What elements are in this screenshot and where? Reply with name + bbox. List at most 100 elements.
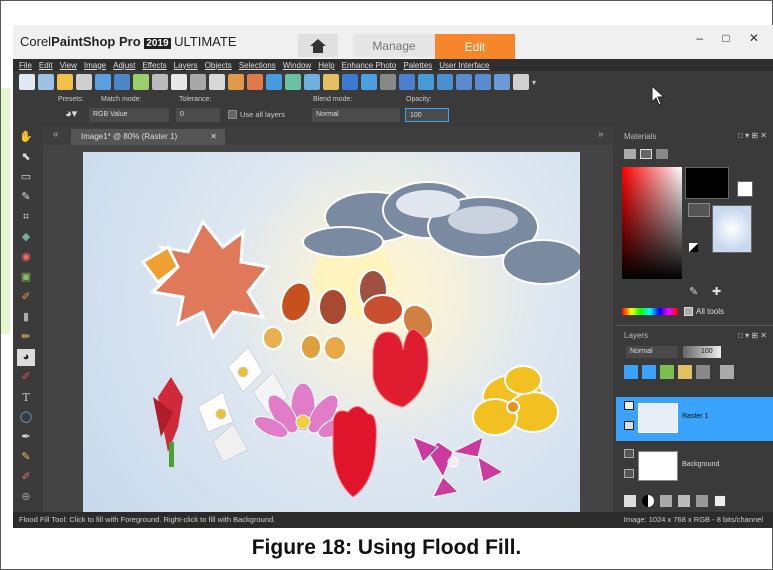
- menu-window[interactable]: Window: [283, 61, 311, 70]
- menu-image[interactable]: Image: [84, 61, 106, 70]
- toolbar-overflow-icon[interactable]: ▾: [532, 78, 536, 87]
- background-texture-swatch[interactable]: [712, 205, 752, 253]
- foreground-texture-swatch[interactable]: [688, 203, 710, 217]
- window-controls[interactable]: – □ ✕: [696, 31, 767, 45]
- zoom-out-icon[interactable]: [475, 74, 491, 90]
- document-tab[interactable]: Image1* @ 80% (Raster 1) ✕: [71, 129, 225, 145]
- add-swatch-icon[interactable]: ✚: [712, 285, 721, 298]
- layer-chain-icon[interactable]: [720, 365, 734, 379]
- match-mode-select[interactable]: RGB Value: [89, 108, 169, 122]
- copy-icon[interactable]: [209, 74, 225, 90]
- menu-file[interactable]: File: [19, 61, 32, 70]
- smudge-tool-icon[interactable]: ✎: [19, 451, 33, 464]
- tab-manage[interactable]: Manage: [353, 34, 435, 57]
- flood-fill-tool-icon[interactable]: ◕: [17, 349, 35, 366]
- menu-help[interactable]: Help: [318, 61, 334, 70]
- dropper-tool-icon[interactable]: ✎: [19, 191, 33, 204]
- layer-move-down-icon[interactable]: [642, 365, 656, 379]
- save-icon[interactable]: [95, 74, 111, 90]
- add-tool-icon[interactable]: ⊕: [19, 491, 33, 504]
- red-eye-tool-icon[interactable]: ◉: [19, 251, 33, 264]
- print-icon[interactable]: [152, 74, 168, 90]
- display-icon[interactable]: [342, 74, 358, 90]
- layer-move-up-icon[interactable]: [624, 365, 638, 379]
- document-tab-close-icon[interactable]: ✕: [210, 129, 217, 145]
- materials-panel-controls[interactable]: □ ▾ ⊞ ✕: [738, 131, 767, 140]
- scan-icon[interactable]: [76, 74, 92, 90]
- foreground-swatch[interactable]: [685, 167, 729, 199]
- swatches-tab-icon[interactable]: [656, 149, 668, 159]
- pan-tool-icon[interactable]: ✋: [19, 131, 33, 144]
- layer-style-icon[interactable]: [678, 365, 692, 379]
- all-tools-checkbox[interactable]: [684, 307, 693, 316]
- menu-objects[interactable]: Objects: [205, 61, 232, 70]
- airbrush-tool-icon[interactable]: ✏: [19, 331, 33, 344]
- use-all-layers-checkbox[interactable]: [228, 110, 237, 119]
- delete-layer-icon[interactable]: [696, 495, 708, 507]
- layer-lock-icon[interactable]: [624, 421, 634, 430]
- actual-size-icon[interactable]: [418, 74, 434, 90]
- tabs-scroll-left-icon[interactable]: «: [53, 129, 59, 140]
- tab-edit[interactable]: Edit: [435, 34, 515, 59]
- menu-edit[interactable]: Edit: [39, 61, 53, 70]
- edit-icon[interactable]: [285, 74, 301, 90]
- menu-layers[interactable]: Layers: [174, 61, 198, 70]
- tabs-scroll-right-icon[interactable]: »: [598, 129, 604, 140]
- layer-checkbox-icon[interactable]: [714, 495, 726, 507]
- color-picker[interactable]: [622, 167, 682, 279]
- zoom-fit-icon[interactable]: [494, 74, 510, 90]
- layer-row-background[interactable]: Background: [616, 445, 773, 489]
- text-tool-icon[interactable]: T: [19, 391, 33, 404]
- shape-tool-icon[interactable]: ◯: [19, 411, 33, 424]
- frame-tab-icon[interactable]: [624, 149, 636, 159]
- burn-tool-icon[interactable]: ✐: [19, 471, 33, 484]
- image-canvas[interactable]: [83, 152, 580, 512]
- adjustment-layer-icon[interactable]: [642, 495, 654, 507]
- layers-panel-controls[interactable]: □ ▾ ⊞ ✕: [738, 331, 767, 340]
- workspace-icon[interactable]: [513, 74, 529, 90]
- fit-window-icon[interactable]: [437, 74, 453, 90]
- pen-tool-icon[interactable]: ✒: [19, 431, 33, 444]
- paint-brush-tool-icon[interactable]: ✐: [19, 291, 33, 304]
- straighten-tool-icon[interactable]: ◆: [19, 231, 33, 244]
- mask-layer-icon[interactable]: [660, 495, 672, 507]
- rainbow-tab-icon[interactable]: [640, 149, 652, 159]
- menu-view[interactable]: View: [60, 61, 77, 70]
- new-from-template-icon[interactable]: [38, 74, 54, 90]
- selection-tool-icon[interactable]: ▭: [19, 171, 33, 184]
- share-icon[interactable]: [133, 74, 149, 90]
- layer-blend-mode-select[interactable]: Normal: [626, 346, 678, 358]
- color-spectrum-bar[interactable]: [622, 308, 678, 315]
- clone-tool-icon[interactable]: ▣: [19, 271, 33, 284]
- rotate-right-icon[interactable]: [247, 74, 263, 90]
- mirror-icon[interactable]: [361, 74, 377, 90]
- pick-tool-icon[interactable]: ⬉: [19, 151, 33, 164]
- layer-merge-icon[interactable]: [696, 365, 710, 379]
- new-layer-icon[interactable]: [624, 495, 636, 507]
- eraser-tool-icon[interactable]: ▮: [19, 311, 33, 324]
- opacity-input[interactable]: 100: [405, 108, 449, 122]
- menu-enhance-photo[interactable]: Enhance Photo: [342, 61, 397, 70]
- blend-mode-select[interactable]: Normal: [312, 108, 400, 122]
- menu-adjust[interactable]: Adjust: [113, 61, 135, 70]
- layer-link-icon[interactable]: [660, 365, 674, 379]
- menu-selections[interactable]: Selections: [239, 61, 276, 70]
- menu-palettes[interactable]: Palettes: [403, 61, 432, 70]
- save-as-icon[interactable]: [114, 74, 130, 90]
- menu-effects[interactable]: Effects: [142, 61, 166, 70]
- layer-opacity-input[interactable]: 100: [683, 346, 721, 358]
- open-folder-icon[interactable]: [57, 74, 73, 90]
- background-swatch[interactable]: [737, 181, 753, 197]
- undo-icon[interactable]: [171, 74, 187, 90]
- layers-icon[interactable]: [399, 74, 415, 90]
- color-dropper-icon[interactable]: ✎: [689, 285, 698, 298]
- home-button[interactable]: [298, 34, 338, 57]
- swap-colors-icon[interactable]: [689, 243, 698, 252]
- info-icon[interactable]: [266, 74, 282, 90]
- layer-visibility-icon[interactable]: [624, 401, 634, 410]
- redo-icon[interactable]: [190, 74, 206, 90]
- background-visibility-icon[interactable]: [624, 449, 634, 458]
- grid-icon[interactable]: [380, 74, 396, 90]
- zoom-in-icon[interactable]: [456, 74, 472, 90]
- menu-user-interface[interactable]: User Interface: [439, 61, 489, 70]
